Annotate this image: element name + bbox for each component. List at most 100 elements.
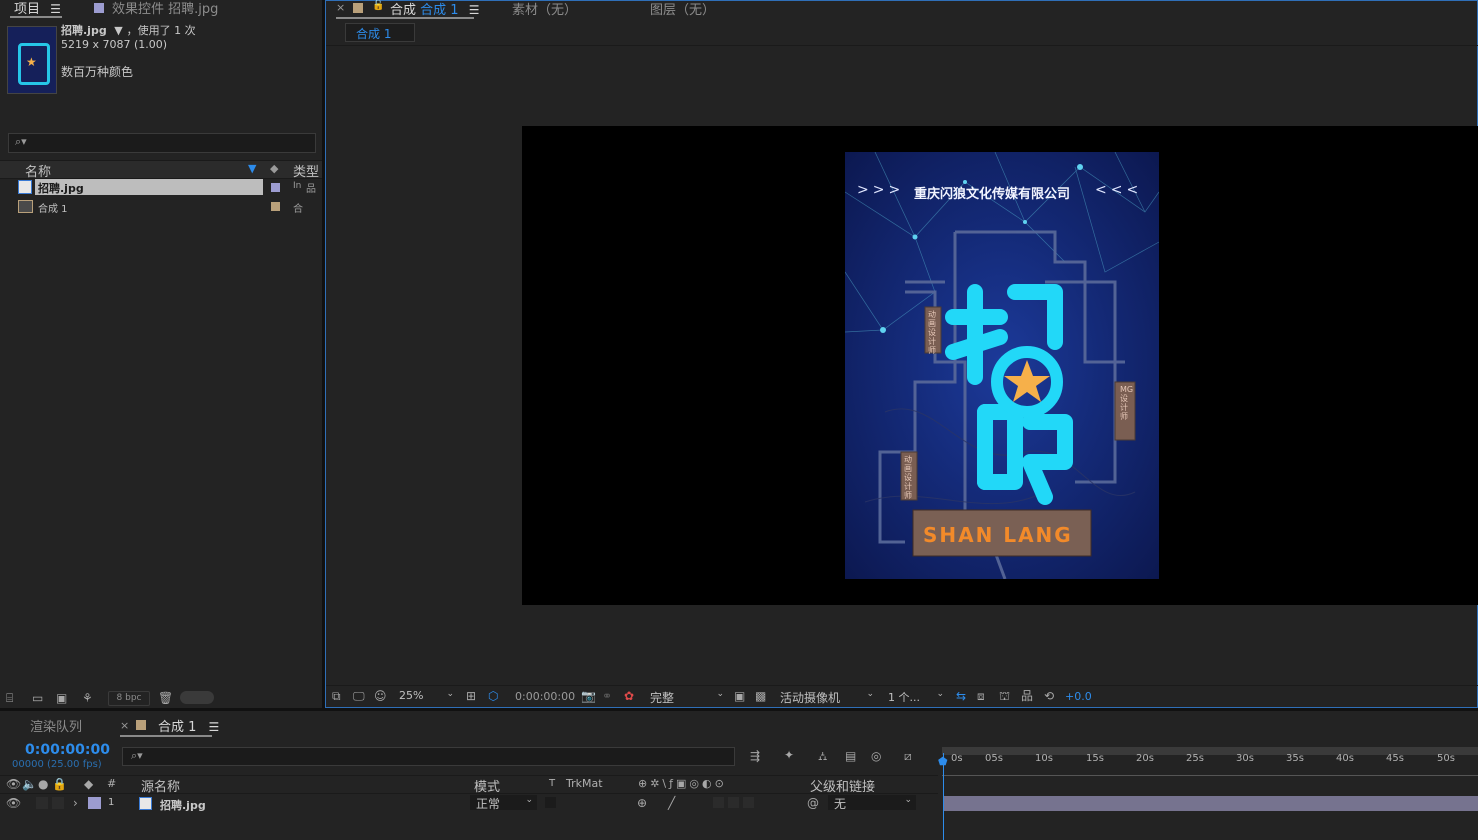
always-preview-icon[interactable]: ⧉ <box>332 689 341 703</box>
timeline-sync-icon[interactable]: ⧈ <box>977 689 985 703</box>
tab-effect-controls[interactable]: 效果控件 招聘.jpg <box>94 0 218 17</box>
panel-menu-icon[interactable]: ☰ <box>469 3 480 17</box>
panel-menu-icon[interactable]: ☰ <box>50 2 61 16</box>
tab-comp-name: 合成 1 <box>420 3 459 18</box>
bit-depth-button[interactable]: 8 bpc <box>108 691 150 706</box>
quality-switch-icon[interactable]: ╱ <box>668 796 675 810</box>
layer-switches-icons: ⊕✲\ƒ▣◎◐⊙ <box>638 777 727 790</box>
tab-layer[interactable]: 图层（无） <box>650 0 715 18</box>
tab-timeline-underline <box>120 735 212 737</box>
solo-icon[interactable]: ● <box>38 777 48 791</box>
new-composition-icon[interactable]: ▣ <box>56 691 67 705</box>
toggle-pixel-aspect-icon[interactable]: ⇆ <box>956 689 966 703</box>
region-of-interest-icon[interactable]: ⬡ <box>488 689 498 703</box>
sort-arrow-icon[interactable]: ▼ <box>248 162 256 175</box>
tab-render-queue[interactable]: 渲染队列 <box>30 716 82 735</box>
column-name[interactable]: 名称 <box>25 161 51 180</box>
reset-exposure-icon[interactable]: ⟲ <box>1044 689 1054 703</box>
mask-visibility-icon[interactable]: ☺ <box>374 689 387 703</box>
panel-menu-icon[interactable]: ☰ <box>209 720 220 734</box>
project-search-input[interactable]: ⌕▾ <box>8 133 316 153</box>
pick-whip-icon[interactable]: @ <box>807 796 819 810</box>
draft-3d-icon[interactable]: ✦ <box>784 748 794 762</box>
ruler-label: 50s <box>1437 753 1455 764</box>
project-panel: 项目 ☰ 效果控件 招聘.jpg ★ 招聘.jpg ▼ ，使用了 1 次 5219… <box>0 0 322 708</box>
column-mode[interactable]: 模式 <box>474 776 500 795</box>
comp-flowchart-icon[interactable]: ⛫ <box>999 689 1010 703</box>
resolution-dropdown[interactable]: 完整 ⌄ <box>646 688 728 705</box>
transparency-grid-icon[interactable]: ▩ <box>755 689 766 703</box>
motion-blur-switch[interactable] <box>743 797 754 808</box>
frame-blend-switch[interactable] <box>728 797 739 808</box>
timeline-search-input[interactable]: ⌕▾ <box>122 747 735 766</box>
preserve-transparency-switch[interactable] <box>545 797 556 808</box>
close-tab-icon[interactable]: × <box>336 1 345 14</box>
column-track-matte[interactable]: TrkMat <box>566 777 603 790</box>
dropdown-triangle-icon[interactable]: ▼ <box>114 24 122 37</box>
comp-breadcrumb[interactable]: 合成 1 <box>345 23 415 42</box>
project-item-row[interactable]: 合成 1 合 <box>0 198 322 215</box>
audio-icon[interactable]: 🔈 <box>22 777 37 791</box>
label-tag-icon[interactable]: ◆ <box>270 162 278 175</box>
layer-visibility-icon[interactable]: 👁 <box>6 796 21 810</box>
close-tab-icon[interactable]: × <box>120 719 129 732</box>
thumbnail-star: ★ <box>26 55 37 69</box>
comp-mini-flowchart-icon[interactable]: ⇶ <box>750 749 760 763</box>
column-source-name[interactable]: 源名称 <box>141 776 180 795</box>
project-item-row[interactable]: 招聘.jpg In 品 <box>0 179 322 196</box>
lock-icon[interactable]: 🔒 <box>52 777 67 791</box>
current-time-display[interactable]: 0:00:00:00 <box>515 690 575 703</box>
camera-view-dropdown[interactable]: 活动摄像机 ⌄ <box>776 688 878 705</box>
composition-canvas[interactable]: >>> 重庆闪狼文化传媒有限公司 <<< 招聘 动画设计师 动画设计师 MG设计… <box>522 126 1478 605</box>
audio-switch[interactable] <box>36 797 48 809</box>
effects-switch[interactable] <box>713 797 724 808</box>
layer-label-color[interactable] <box>88 797 101 809</box>
chevron-right-icon[interactable]: › <box>73 796 78 810</box>
column-preserve-transparency: T <box>549 778 556 789</box>
item-label-color[interactable] <box>271 183 280 192</box>
flowchart-icon[interactable]: ⚘ <box>82 691 93 705</box>
timeline-timecode[interactable]: 0:00:00:00 <box>25 742 110 758</box>
lock-icon[interactable]: 🔓 <box>372 0 384 11</box>
exposure-value[interactable]: +0.0 <box>1065 690 1092 703</box>
view-layout-dropdown[interactable]: 1 个... ⌄ <box>884 688 948 704</box>
item-label-color[interactable] <box>271 202 280 211</box>
viewer-toolbar: ⧉ 🖵 ☺ 25% ⌄ ⊞ ⬡ 0:00:00:00 📷 ⚭ ✿ 完整 ⌄ ▣ … <box>326 685 1478 708</box>
show-snapshot-icon[interactable]: ⚭ <box>602 689 612 703</box>
graph-editor-icon[interactable]: ⧄ <box>904 749 912 763</box>
fit-resolution-icon[interactable]: ⊞ <box>466 689 476 703</box>
layer-duration-bar[interactable] <box>944 796 1478 811</box>
blend-mode-dropdown[interactable]: 正常 ⌄ <box>470 795 537 811</box>
column-type[interactable]: 类型 <box>293 161 319 180</box>
parent-dropdown[interactable]: 无 ⌄ <box>828 795 916 811</box>
shy-switch-icon[interactable]: ⊕ <box>637 796 647 810</box>
channel-rgb-icon[interactable]: ✿ <box>624 689 634 703</box>
monitor-icon[interactable]: 🖵 <box>353 689 365 703</box>
label-tag-icon[interactable]: ◆ <box>84 777 93 791</box>
timeline-layer-row[interactable]: 👁 › 1 招聘.jpg 正常 ⌄ ⊕ ╱ @ 无 ⌄ <box>0 794 938 812</box>
snapshot-camera-icon[interactable]: 📷 <box>581 689 596 703</box>
frame-blending-icon[interactable]: ▤ <box>845 749 856 763</box>
solo-switch[interactable] <box>52 797 64 809</box>
playhead-marker-icon[interactable]: ⬟ <box>938 755 948 768</box>
tab-project[interactable]: 项目 ☰ <box>14 0 61 17</box>
trash-icon[interactable]: 🗑 <box>158 691 173 705</box>
timeline-ruler-labels: 0s 05s 10s 15s 20s 25s 30s 35s 40s 45s 5… <box>0 711 1478 764</box>
tab-effects-label: 效果控件 招聘.jpg <box>112 2 219 17</box>
new-folder-icon[interactable]: ▭ <box>32 691 43 705</box>
thumbnail-slider[interactable] <box>180 691 214 704</box>
column-parent-link[interactable]: 父级和链接 <box>810 776 875 795</box>
motion-blur-icon[interactable]: ◎ <box>871 749 881 763</box>
flowchart-tree-icon[interactable]: 品 <box>1021 689 1033 703</box>
tab-footage[interactable]: 素材（无） <box>512 0 577 18</box>
tab-timeline-comp[interactable]: 合成 1 ☰ <box>158 716 219 735</box>
video-visibility-icon[interactable]: 👁 <box>6 777 21 791</box>
selected-item-colors: 数百万种颜色 <box>61 65 134 79</box>
layer-name[interactable]: 招聘.jpg <box>160 797 206 813</box>
selected-item-dimensions: 5219 x 7087 (1.00) <box>61 38 168 51</box>
interpret-footage-icon[interactable]: ⌸ <box>6 691 13 705</box>
zoom-dropdown[interactable]: 25% ⌄ <box>396 688 458 704</box>
hide-shy-layers-icon[interactable]: ⛼ <box>818 749 827 763</box>
fast-previews-icon[interactable]: ▣ <box>734 689 745 703</box>
tab-composition[interactable]: 合成 合成 1 ☰ <box>390 0 479 18</box>
